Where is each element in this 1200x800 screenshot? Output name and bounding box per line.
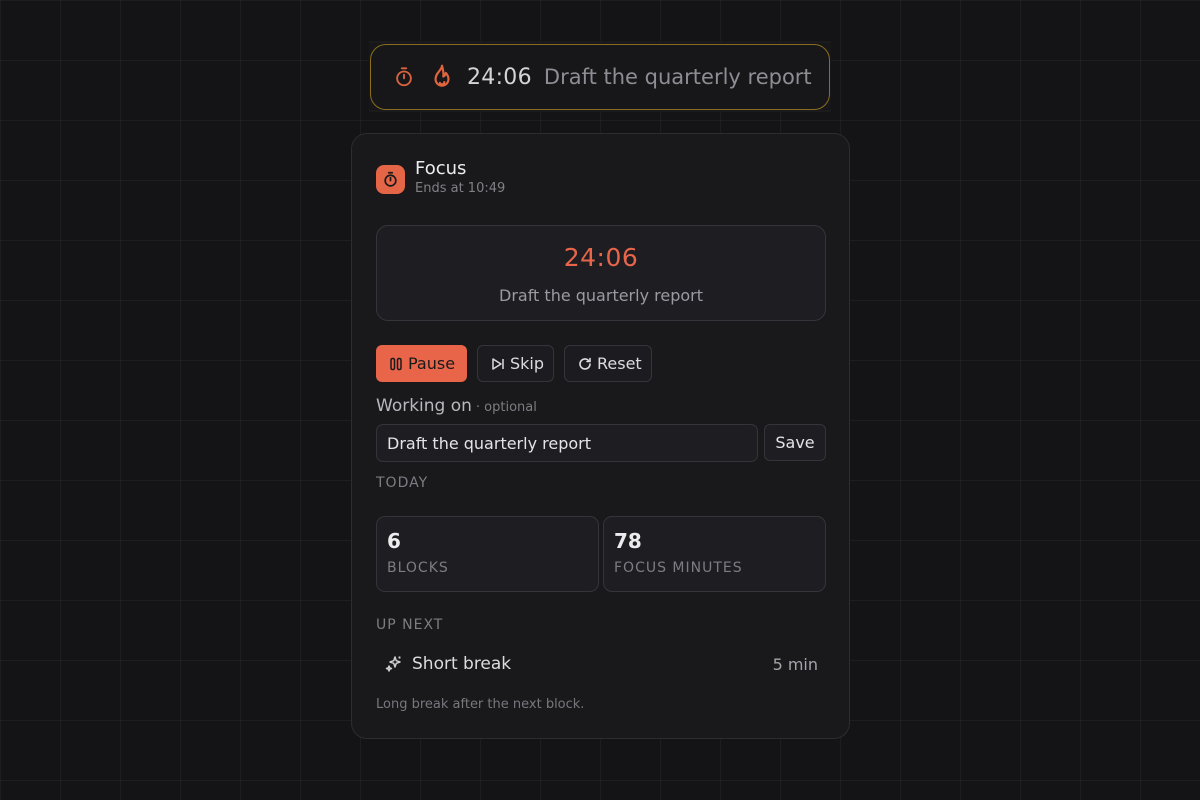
skip-button[interactable]: Skip — [477, 345, 554, 382]
up-next-name: Short break — [412, 654, 512, 674]
stat-label: BLOCKS — [387, 560, 449, 576]
reset-button[interactable]: Reset — [564, 345, 652, 382]
up-next-duration: 5 min — [772, 654, 818, 674]
rotate-icon — [579, 357, 591, 370]
sparkle-icon — [384, 654, 404, 674]
stat-blocks: 6 BLOCKS — [376, 516, 599, 592]
stopwatch-icon — [376, 165, 405, 194]
flame-icon — [429, 63, 455, 91]
pill-time-remaining: 24:06 — [467, 64, 532, 90]
pill-task-name: Draft the quarterly report — [543, 65, 812, 89]
working-on-label: Working on · optional — [376, 396, 537, 416]
working-on-text: Working on — [376, 396, 472, 416]
up-next-section-label: UP NEXT — [376, 617, 444, 633]
pause-label: Pause — [408, 354, 456, 373]
timer-controls: Pause Skip Reset — [376, 345, 652, 382]
stat-focus-minutes: 78 FOCUS MINUTES — [603, 516, 826, 592]
stat-value: 78 — [614, 529, 642, 553]
time-remaining: 24:06 — [563, 243, 639, 272]
reset-label: Reset — [597, 354, 642, 373]
timer-display: 24:06 Draft the quarterly report — [376, 225, 826, 321]
today-section-label: TODAY — [376, 475, 429, 491]
page-title: Focus — [415, 158, 467, 179]
pause-button[interactable]: Pause — [376, 345, 467, 382]
header-text: Focus Ends at 10:49 — [415, 158, 505, 196]
stat-label: FOCUS MINUTES — [614, 560, 743, 576]
up-next-item: Short break 5 min — [376, 647, 826, 681]
card-header: Focus Ends at 10:49 — [376, 158, 505, 196]
long-break-note: Long break after the next block. — [376, 697, 585, 712]
optional-hint: · optional — [475, 400, 537, 415]
end-time-label: Ends at 10:49 — [415, 181, 506, 196]
focus-card: Focus Ends at 10:49 24:06 Draft the quar… — [351, 133, 850, 739]
skip-forward-icon — [492, 357, 504, 370]
stopwatch-icon — [393, 66, 415, 88]
focus-status-pill[interactable]: 24:06 Draft the quarterly report — [369, 41, 831, 112]
focus-status-pill-frame[interactable]: 24:06 Draft the quarterly report — [370, 44, 830, 110]
save-button[interactable]: Save — [764, 424, 826, 461]
task-input[interactable] — [376, 424, 758, 462]
stat-value: 6 — [387, 529, 401, 553]
skip-label: Skip — [510, 354, 545, 373]
timer-task-name: Draft the quarterly report — [499, 286, 703, 305]
pause-icon — [390, 357, 402, 370]
